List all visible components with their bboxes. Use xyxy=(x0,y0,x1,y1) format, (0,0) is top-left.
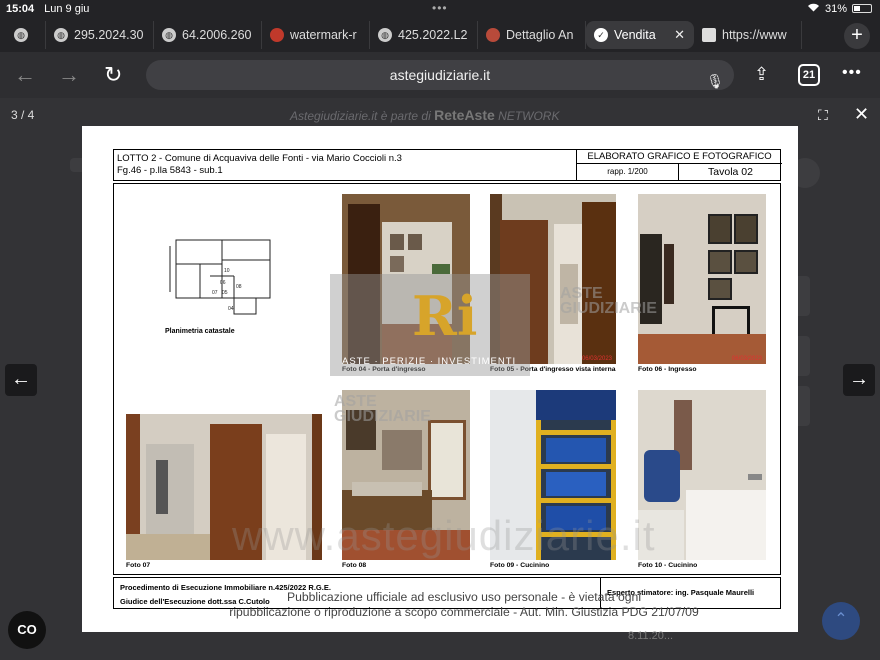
caption-foto10: Foto 10 - Cucinino xyxy=(638,562,698,569)
lot-address: LOTTO 2 - Comune di Acquaviva delle Font… xyxy=(117,153,402,164)
legal-disclaimer: Pubblicazione ufficiale ad esclusivo uso… xyxy=(229,590,699,619)
date: Lun 9 giu xyxy=(44,3,90,15)
toolbar: ← → ↻ astegiudiziarie.it 🎙 ⇪ 21 ••• xyxy=(0,52,880,98)
tab-bar: ◍ ◍ 295.2024.30 ◍ 64.2006.260 watermark-… xyxy=(0,18,880,52)
tab-item[interactable]: ◍ 64.2006.260 xyxy=(154,21,262,49)
battery-level: 31% xyxy=(824,2,847,15)
globe-icon: ◍ xyxy=(14,28,28,42)
multitasking-dots-icon[interactable]: ••• xyxy=(432,1,448,15)
plan-caption: Planimetria catastale xyxy=(165,328,235,335)
clock: 15:04 xyxy=(6,3,35,15)
svg-text:08: 08 xyxy=(236,284,242,290)
photo-date: 06/03/2023 xyxy=(581,356,612,362)
seal-icon xyxy=(486,28,500,42)
svg-text:05: 05 xyxy=(222,290,228,296)
caption-foto08: Foto 08 xyxy=(342,562,367,569)
share-icon[interactable]: ⇪ xyxy=(754,64,769,85)
microphone-icon[interactable]: 🎙 xyxy=(706,66,724,96)
compass-icon: ✓ xyxy=(594,28,608,42)
close-tab-icon[interactable]: ✕ xyxy=(674,27,685,43)
photo-06: 06/03/2023 xyxy=(638,194,766,364)
globe-icon: ◍ xyxy=(54,28,68,42)
tab-item-active[interactable]: ✓ Vendita ✕ xyxy=(586,21,694,49)
doc-icon xyxy=(702,28,716,42)
svg-text:07: 07 xyxy=(212,290,218,296)
tab-item[interactable]: watermark-r xyxy=(262,21,370,49)
reload-icon[interactable]: ↻ xyxy=(104,62,122,88)
new-tab-button[interactable]: + xyxy=(844,23,870,49)
logo-subtitle: ASTE · PERIZIE · INVESTIMENTI xyxy=(342,356,517,367)
forward-arrow-icon[interactable]: → xyxy=(58,62,80,88)
logo-mark-icon: Ri xyxy=(412,284,478,348)
fullscreen-icon[interactable]: ⛶ xyxy=(818,107,828,124)
tab-item[interactable]: ◍ 295.2024.30 xyxy=(46,21,154,49)
cadastral-reference: Fg.46 - p.lla 5843 - sub.1 xyxy=(117,165,223,176)
caption-foto09: Foto 09 - Cucinino xyxy=(490,562,550,569)
tab-item[interactable]: ◍ 425.2022.L2 xyxy=(370,21,478,49)
back-arrow-icon[interactable]: ← xyxy=(14,62,36,88)
floor-plan-image: 10 06 07 05 08 04 xyxy=(169,239,271,315)
wifi-icon xyxy=(807,2,820,15)
document-page: LOTTO 2 - Comune di Acquaviva delle Font… xyxy=(82,126,798,632)
svg-text:06: 06 xyxy=(220,280,226,286)
status-bar: 15:04 Lun 9 giu ••• 31% xyxy=(0,0,880,18)
tab-item[interactable]: ◍ xyxy=(6,21,46,49)
aste-watermark: ASTE GIUDIZIARIE xyxy=(560,285,657,317)
sheet-title: ELABORATO GRAFICO E FOTOGRAFICO xyxy=(577,150,782,164)
svg-text:04: 04 xyxy=(228,306,234,312)
background-date: 8.11.20... xyxy=(628,630,674,642)
brand-logo-watermark: Ri ASTE · PERIZIE · INVESTIMENTI xyxy=(330,274,530,376)
scroll-top-button[interactable]: ⌃ xyxy=(822,602,860,640)
network-watermark: Astegiudiziarie.it è parte di ReteAste N… xyxy=(290,107,560,123)
globe-icon: ◍ xyxy=(378,28,392,42)
photo-date: 06/03/2023 xyxy=(731,356,762,362)
bird-icon xyxy=(270,28,284,42)
image-viewer: 3 / 4 Astegiudiziarie.it è parte di Rete… xyxy=(0,98,880,660)
url-watermark: www.astegiudiziarie.it xyxy=(232,512,656,559)
svg-text:10: 10 xyxy=(224,268,230,274)
sheet-header: LOTTO 2 - Comune di Acquaviva delle Font… xyxy=(113,149,782,181)
battery-icon xyxy=(852,4,872,13)
caption-foto07: Foto 07 xyxy=(126,562,151,569)
scale-ratio: rapp. 1/200 xyxy=(577,164,679,180)
photo-10 xyxy=(638,390,766,560)
close-icon[interactable]: ✕ xyxy=(854,104,869,125)
image-counter: 3 / 4 xyxy=(11,108,35,122)
next-image-button[interactable]: → xyxy=(843,364,875,396)
tab-item[interactable]: https://www xyxy=(694,21,802,49)
url-text: astegiudiziarie.it xyxy=(389,67,491,83)
globe-icon: ◍ xyxy=(162,28,176,42)
table-number: Tavola 02 xyxy=(708,166,753,178)
chat-button[interactable]: CO xyxy=(8,611,46,649)
tab-count-button[interactable]: 21 xyxy=(798,64,820,86)
previous-image-button[interactable]: ← xyxy=(5,364,37,396)
aste-watermark: ASTE GIUDIZIARIE xyxy=(334,393,431,425)
address-bar[interactable]: astegiudiziarie.it 🎙 xyxy=(146,60,734,90)
more-menu-icon[interactable]: ••• xyxy=(842,64,862,82)
tab-item[interactable]: Dettaglio An xyxy=(478,21,586,49)
caption-foto06: Foto 06 - Ingresso xyxy=(638,366,697,373)
